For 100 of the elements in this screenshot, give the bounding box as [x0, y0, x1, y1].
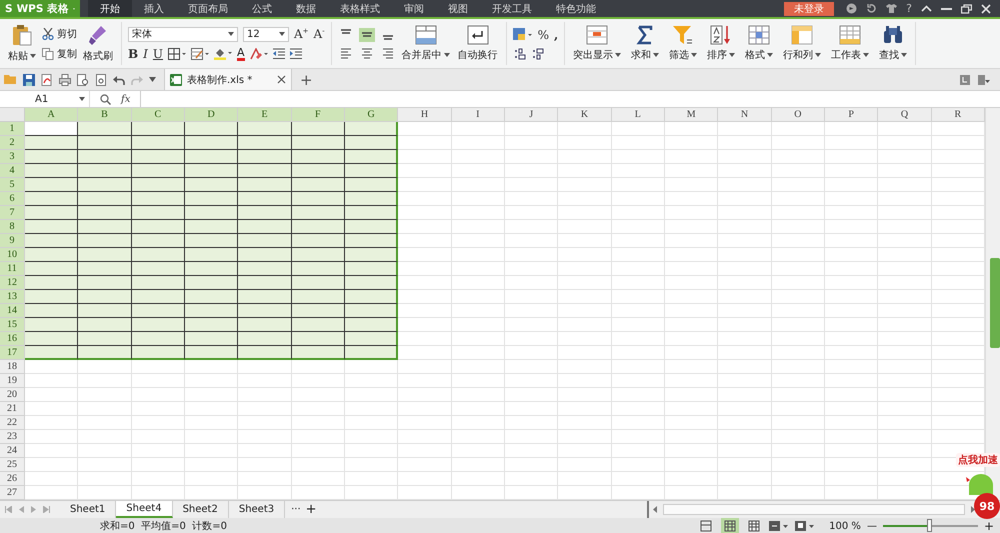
column-header[interactable]: H [398, 108, 452, 122]
mascot-popup[interactable] [966, 471, 996, 497]
wrap-text-button[interactable]: 自动换行 [456, 25, 500, 62]
first-sheet-icon[interactable] [5, 506, 12, 513]
close-icon[interactable] [277, 75, 286, 84]
column-header[interactable]: I [452, 108, 505, 122]
open-folder-icon[interactable] [4, 74, 17, 85]
ribbon-tool-button[interactable]: 突出显示 [571, 25, 624, 62]
sheet-tab[interactable]: Sheet4 [116, 501, 173, 518]
increase-font-button[interactable]: A$^{+}$ [294, 28, 309, 40]
row-header[interactable]: 20 [0, 388, 25, 402]
row-header[interactable]: 16 [0, 332, 25, 346]
row-header[interactable]: 2 [0, 136, 25, 150]
save-icon[interactable] [23, 74, 35, 86]
row-header[interactable]: 21 [0, 402, 25, 416]
row-header[interactable]: 17 [0, 346, 25, 360]
select-all-corner[interactable] [0, 108, 25, 122]
new-tab-button[interactable]: + [300, 70, 313, 88]
increase-decimal-icon[interactable] [512, 48, 527, 60]
row-header[interactable]: 26 [0, 472, 25, 486]
speed-up-tooltip[interactable]: 点我加速 [956, 453, 1000, 467]
row-header[interactable]: 6 [0, 192, 25, 206]
column-header[interactable]: K [558, 108, 612, 122]
bold-button[interactable]: B [128, 48, 138, 60]
menu-tab[interactable]: 表格样式 [328, 0, 392, 17]
ribbon-tool-button[interactable]: 求和 [629, 25, 662, 62]
column-header[interactable]: N [718, 108, 772, 122]
ribbon-tool-button[interactable]: 格式 [743, 25, 776, 62]
ribbon-tool-button[interactable]: 筛选 [667, 25, 700, 62]
row-header[interactable]: 18 [0, 360, 25, 374]
paste-button[interactable]: 粘贴 [6, 24, 38, 63]
next-sheet-icon[interactable] [31, 506, 36, 513]
eye-protection-icon[interactable] [795, 520, 816, 532]
percent-button[interactable]: % [538, 28, 549, 40]
scroll-left-icon[interactable] [652, 506, 657, 513]
column-header[interactable]: F [292, 108, 345, 122]
font-color-button[interactable]: A [237, 46, 245, 60]
print-icon[interactable] [59, 74, 71, 86]
refresh-icon[interactable] [866, 3, 878, 14]
row-header[interactable]: 8 [0, 220, 25, 234]
options-icon[interactable] [978, 74, 990, 84]
column-header[interactable]: E [238, 108, 292, 122]
zoom-slider-thumb[interactable] [927, 519, 932, 532]
ribbon-tool-button[interactable]: 工作表 [829, 25, 872, 62]
row-header[interactable]: 10 [0, 248, 25, 262]
row-header[interactable]: 22 [0, 416, 25, 430]
menu-tab[interactable]: 开发工具 [480, 0, 544, 17]
thousands-separator-button[interactable]: , [554, 28, 558, 40]
row-header[interactable]: 9 [0, 234, 25, 248]
menu-tab[interactable]: 公式 [240, 0, 284, 17]
minimize-icon[interactable] [941, 8, 952, 10]
ribbon-tool-button[interactable]: 排序 [705, 25, 738, 62]
column-header[interactable]: P [824, 108, 878, 122]
column-header[interactable]: B [78, 108, 132, 122]
redo-icon[interactable] [131, 74, 143, 84]
merge-center-button[interactable]: 合并居中 [400, 25, 452, 62]
row-header[interactable]: 7 [0, 206, 25, 220]
menu-tab[interactable]: 审阅 [392, 0, 436, 17]
cut-button[interactable]: 剪切 [42, 26, 77, 40]
font-name-field[interactable]: 宋体 [128, 26, 238, 42]
last-sheet-icon[interactable] [43, 506, 50, 513]
menu-tab[interactable]: 开始 [88, 0, 132, 19]
column-header[interactable]: A [25, 108, 78, 122]
decrease-font-button[interactable]: A$^{-}$ [314, 28, 325, 40]
row-header[interactable]: 19 [0, 374, 25, 388]
collapse-ribbon-icon[interactable] [921, 5, 932, 12]
help-button[interactable]: ? [906, 2, 912, 15]
insert-function-button[interactable]: fx [121, 94, 130, 104]
column-header[interactable]: O [772, 108, 825, 122]
vertical-scrollbar-thumb[interactable] [990, 258, 1000, 348]
name-box[interactable]: A1 [0, 91, 90, 107]
horizontal-scrollbar[interactable] [662, 504, 965, 515]
row-header[interactable]: 24 [0, 444, 25, 458]
restore-icon[interactable] [961, 4, 972, 14]
menu-tab[interactable]: 页面布局 [176, 0, 240, 17]
undo-icon[interactable] [113, 74, 125, 84]
row-header[interactable]: 15 [0, 318, 25, 332]
borders-icon[interactable] [168, 48, 186, 60]
shirt-icon[interactable] [886, 3, 898, 14]
skin-icon[interactable] [846, 3, 858, 14]
row-header[interactable]: 25 [0, 458, 25, 472]
column-header[interactable]: G [344, 108, 398, 122]
window-mode-icon[interactable] [960, 74, 970, 84]
vertical-align-icon[interactable] [358, 28, 375, 42]
row-header[interactable]: 11 [0, 262, 25, 276]
clear-format-icon[interactable] [250, 48, 268, 60]
menu-tab[interactable]: 视图 [436, 0, 480, 17]
column-header[interactable]: Q [878, 108, 932, 122]
menu-tab[interactable]: 插入 [132, 0, 176, 17]
column-header[interactable]: D [184, 108, 238, 122]
row-header[interactable]: 14 [0, 304, 25, 318]
normal-view-icon[interactable] [721, 518, 740, 533]
print-preview-icon[interactable] [77, 74, 89, 86]
zoom-out-button[interactable]: — [866, 520, 877, 532]
previous-sheet-icon[interactable] [19, 506, 24, 513]
column-header[interactable]: M [664, 108, 718, 122]
column-header[interactable]: J [504, 108, 558, 122]
number-format-icon[interactable] [512, 28, 533, 42]
row-header[interactable]: 27 [0, 486, 25, 500]
increase-indent-icon[interactable] [290, 48, 302, 60]
